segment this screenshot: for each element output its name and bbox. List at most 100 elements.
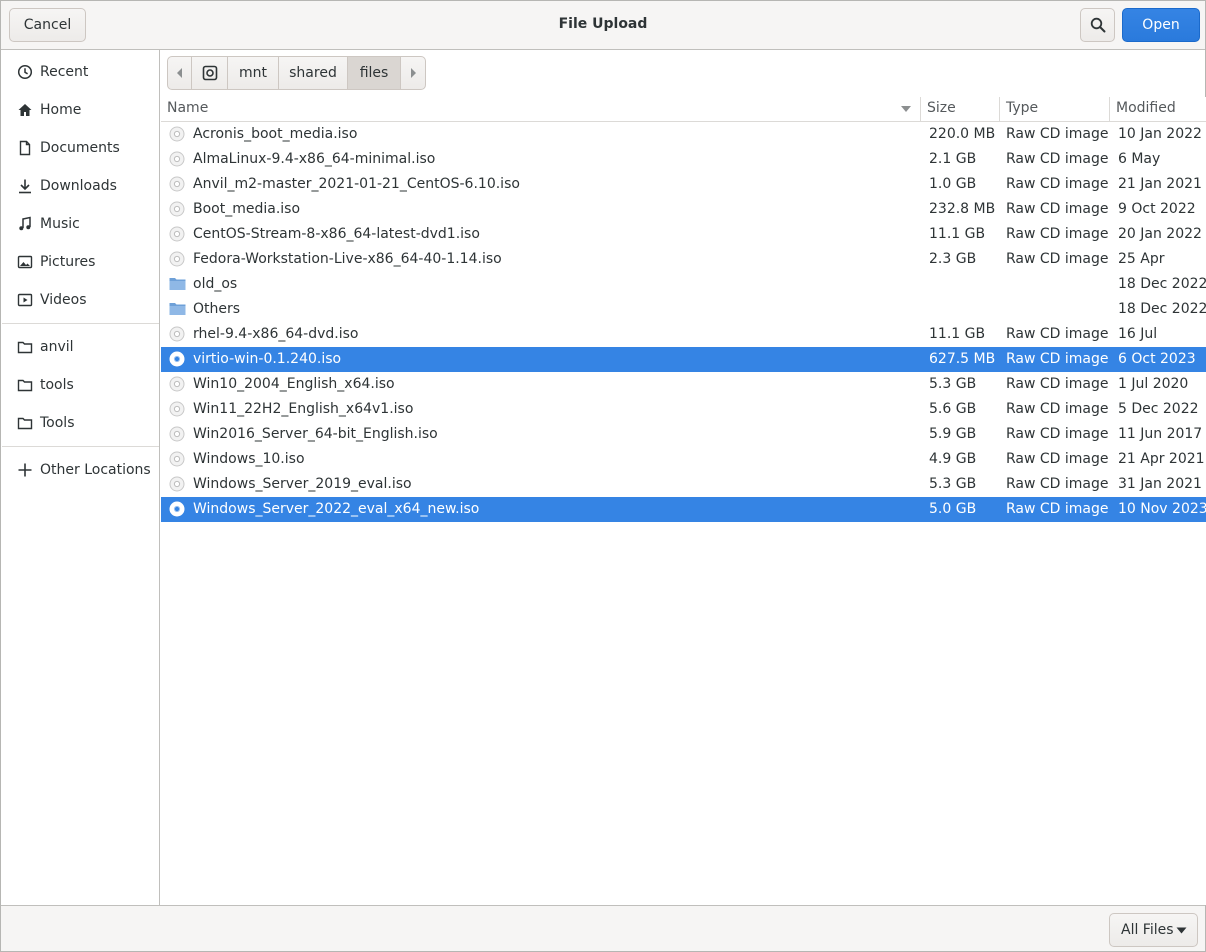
file-type: Raw CD image — [1006, 251, 1109, 267]
file-name: Win11_22H2_English_x64v1.iso — [193, 401, 414, 417]
file-modified: 18 Dec 2022 — [1118, 276, 1206, 292]
file-name: Boot_media.iso — [193, 201, 301, 217]
clock-icon — [16, 63, 34, 81]
column-divider — [1109, 97, 1110, 122]
file-row[interactable]: Win11_22H2_English_x64v1.iso 5.6 GB Raw CD… — [161, 397, 1206, 422]
file-modified: 20 Jan 2022 — [1118, 226, 1202, 242]
sidebar-item-label: Downloads — [40, 178, 117, 194]
footer-bar: All Files — [1, 905, 1205, 951]
sidebar-item-documents[interactable]: Documents — [1, 129, 159, 167]
file-type: Raw CD image — [1006, 376, 1109, 392]
disc-image-icon — [169, 226, 185, 242]
file-row[interactable]: Acronis_boot_media.iso 220.0 MB Raw CD ima… — [161, 122, 1206, 147]
download-icon — [16, 177, 34, 195]
column-header-name[interactable]: Name — [167, 100, 208, 116]
file-row[interactable]: rhel-9.4-x86_64-dvd.iso 11.1 GB Raw CD ima… — [161, 322, 1206, 347]
file-type: Raw CD image — [1006, 501, 1109, 517]
home-icon — [16, 101, 34, 119]
file-modified: 6 Oct 2023 — [1118, 351, 1196, 367]
sidebar-item-downloads[interactable]: Downloads — [1, 167, 159, 205]
file-type: Raw CD image — [1006, 401, 1109, 417]
file-row[interactable]: CentOS-Stream-8-x86_64-latest-dvd1.iso 11… — [161, 222, 1206, 247]
sidebar-item-pictures[interactable]: Pictures — [1, 243, 159, 281]
folder-icon — [16, 338, 34, 356]
sidebar-item-tools[interactable]: tools — [1, 366, 159, 404]
file-size: 5.0 GB — [929, 501, 977, 517]
file-name: CentOS-Stream-8-x86_64-latest-dvd1.iso — [193, 226, 480, 242]
disc-image-icon — [169, 126, 185, 142]
file-size: 2.1 GB — [929, 151, 977, 167]
sidebar-item-home[interactable]: Home — [1, 91, 159, 129]
path-root-button[interactable] — [192, 57, 228, 89]
sidebar-item-music[interactable]: Music — [1, 205, 159, 243]
sidebar-item-other-locations[interactable]: Other Locations — [1, 451, 159, 489]
path-forward-button[interactable] — [401, 57, 425, 89]
sort-down-icon[interactable] — [900, 105, 912, 113]
file-row[interactable]: AlmaLinux-9.4-x86_64-minimal.iso 2.1 GB Ra… — [161, 147, 1206, 172]
file-row[interactable]: Windows_10.iso 4.9 GB Raw CD image 21 Apr 2… — [161, 447, 1206, 472]
file-row[interactable]: Others 18 Dec 2022 — [161, 297, 1206, 322]
header-bar: Cancel File Upload Open — [1, 1, 1205, 50]
search-button[interactable] — [1080, 8, 1115, 42]
open-button[interactable]: Open — [1122, 8, 1200, 42]
file-name: AlmaLinux-9.4-x86_64-minimal.iso — [193, 151, 436, 167]
file-row[interactable]: Anvil_m2-master_2021-01-21_CentOS-6.10.i… — [161, 172, 1206, 197]
disc-image-icon — [169, 251, 185, 267]
file-type: Raw CD image — [1006, 126, 1109, 142]
column-header-size[interactable]: Size — [927, 100, 956, 116]
file-modified: 11 Jun 2017 — [1118, 426, 1203, 442]
file-row[interactable]: Windows_Server_2022_eval_x64_new.iso 5.0 … — [161, 497, 1206, 522]
file-modified: 9 Oct 2022 — [1118, 201, 1196, 217]
file-row[interactable]: Fedora-Workstation-Live-x86_64-40-1.14.i… — [161, 247, 1206, 272]
file-size: 5.3 GB — [929, 476, 977, 492]
file-row[interactable]: Win10_2004_English_x64.iso 5.3 GB Raw CD i… — [161, 372, 1206, 397]
cancel-button[interactable]: Cancel — [9, 8, 86, 42]
file-size: 5.3 GB — [929, 376, 977, 392]
file-row[interactable]: Win2016_Server_64-bit_English.iso 5.9 GB R… — [161, 422, 1206, 447]
file-filter-label: All Files — [1121, 922, 1174, 938]
file-row[interactable]: virtio-win-0.1.240.iso 627.5 MB Raw CD ima… — [161, 347, 1206, 372]
disc-image-icon — [169, 201, 185, 217]
sidebar-item-tools-upper[interactable]: Tools — [1, 404, 159, 442]
file-modified: 10 Nov 2023 — [1118, 501, 1206, 517]
disc-image-icon — [169, 326, 185, 342]
sidebar-item-label: anvil — [40, 339, 74, 355]
folder-icon — [169, 301, 186, 317]
video-icon — [16, 291, 34, 309]
file-row[interactable]: old_os 18 Dec 2022 — [161, 272, 1206, 297]
file-modified: 31 Jan 2021 — [1118, 476, 1202, 492]
file-size: 2.3 GB — [929, 251, 977, 267]
file-list[interactable]: Name Size Type Modified Acronis_boot_med… — [161, 97, 1206, 905]
path-segment-mnt[interactable]: mnt — [228, 57, 279, 89]
file-modified: 21 Jan 2021 — [1118, 176, 1202, 192]
dialog-title: File Upload — [558, 16, 648, 32]
file-type: Raw CD image — [1006, 476, 1109, 492]
file-modified: 16 Jul — [1118, 326, 1158, 342]
column-divider — [999, 97, 1000, 122]
file-filter-dropdown[interactable]: All Files — [1109, 913, 1198, 947]
file-name: Windows_Server_2022_eval_x64_new.iso — [193, 501, 480, 517]
file-modified: 18 Dec 2022 — [1118, 301, 1206, 317]
sidebar-separator — [2, 446, 159, 447]
file-size: 1.0 GB — [929, 176, 977, 192]
column-header-modified[interactable]: Modified — [1116, 100, 1176, 116]
column-header-type[interactable]: Type — [1006, 100, 1038, 116]
sidebar-item-recent[interactable]: Recent — [1, 53, 159, 91]
file-type: Raw CD image — [1006, 351, 1109, 367]
path-segment-files[interactable]: files — [348, 57, 401, 89]
sidebar-item-anvil[interactable]: anvil — [1, 328, 159, 366]
file-row[interactable]: Windows_Server_2019_eval.iso 5.3 GB Raw CD… — [161, 472, 1206, 497]
file-type: Raw CD image — [1006, 176, 1109, 192]
file-size: 4.9 GB — [929, 451, 977, 467]
disc-image-icon — [169, 401, 185, 417]
path-segment-shared[interactable]: shared — [279, 57, 348, 89]
list-header: Name Size Type Modified — [161, 97, 1206, 122]
file-modified: 6 May — [1118, 151, 1161, 167]
path-back-button[interactable] — [168, 57, 192, 89]
file-name: old_os — [193, 276, 238, 292]
sidebar-item-videos[interactable]: Videos — [1, 281, 159, 319]
file-name: Others — [193, 301, 241, 317]
disc-image-icon — [169, 151, 185, 167]
folder-icon — [169, 276, 186, 292]
file-row[interactable]: Boot_media.iso 232.8 MB Raw CD image 9 Oct … — [161, 197, 1206, 222]
